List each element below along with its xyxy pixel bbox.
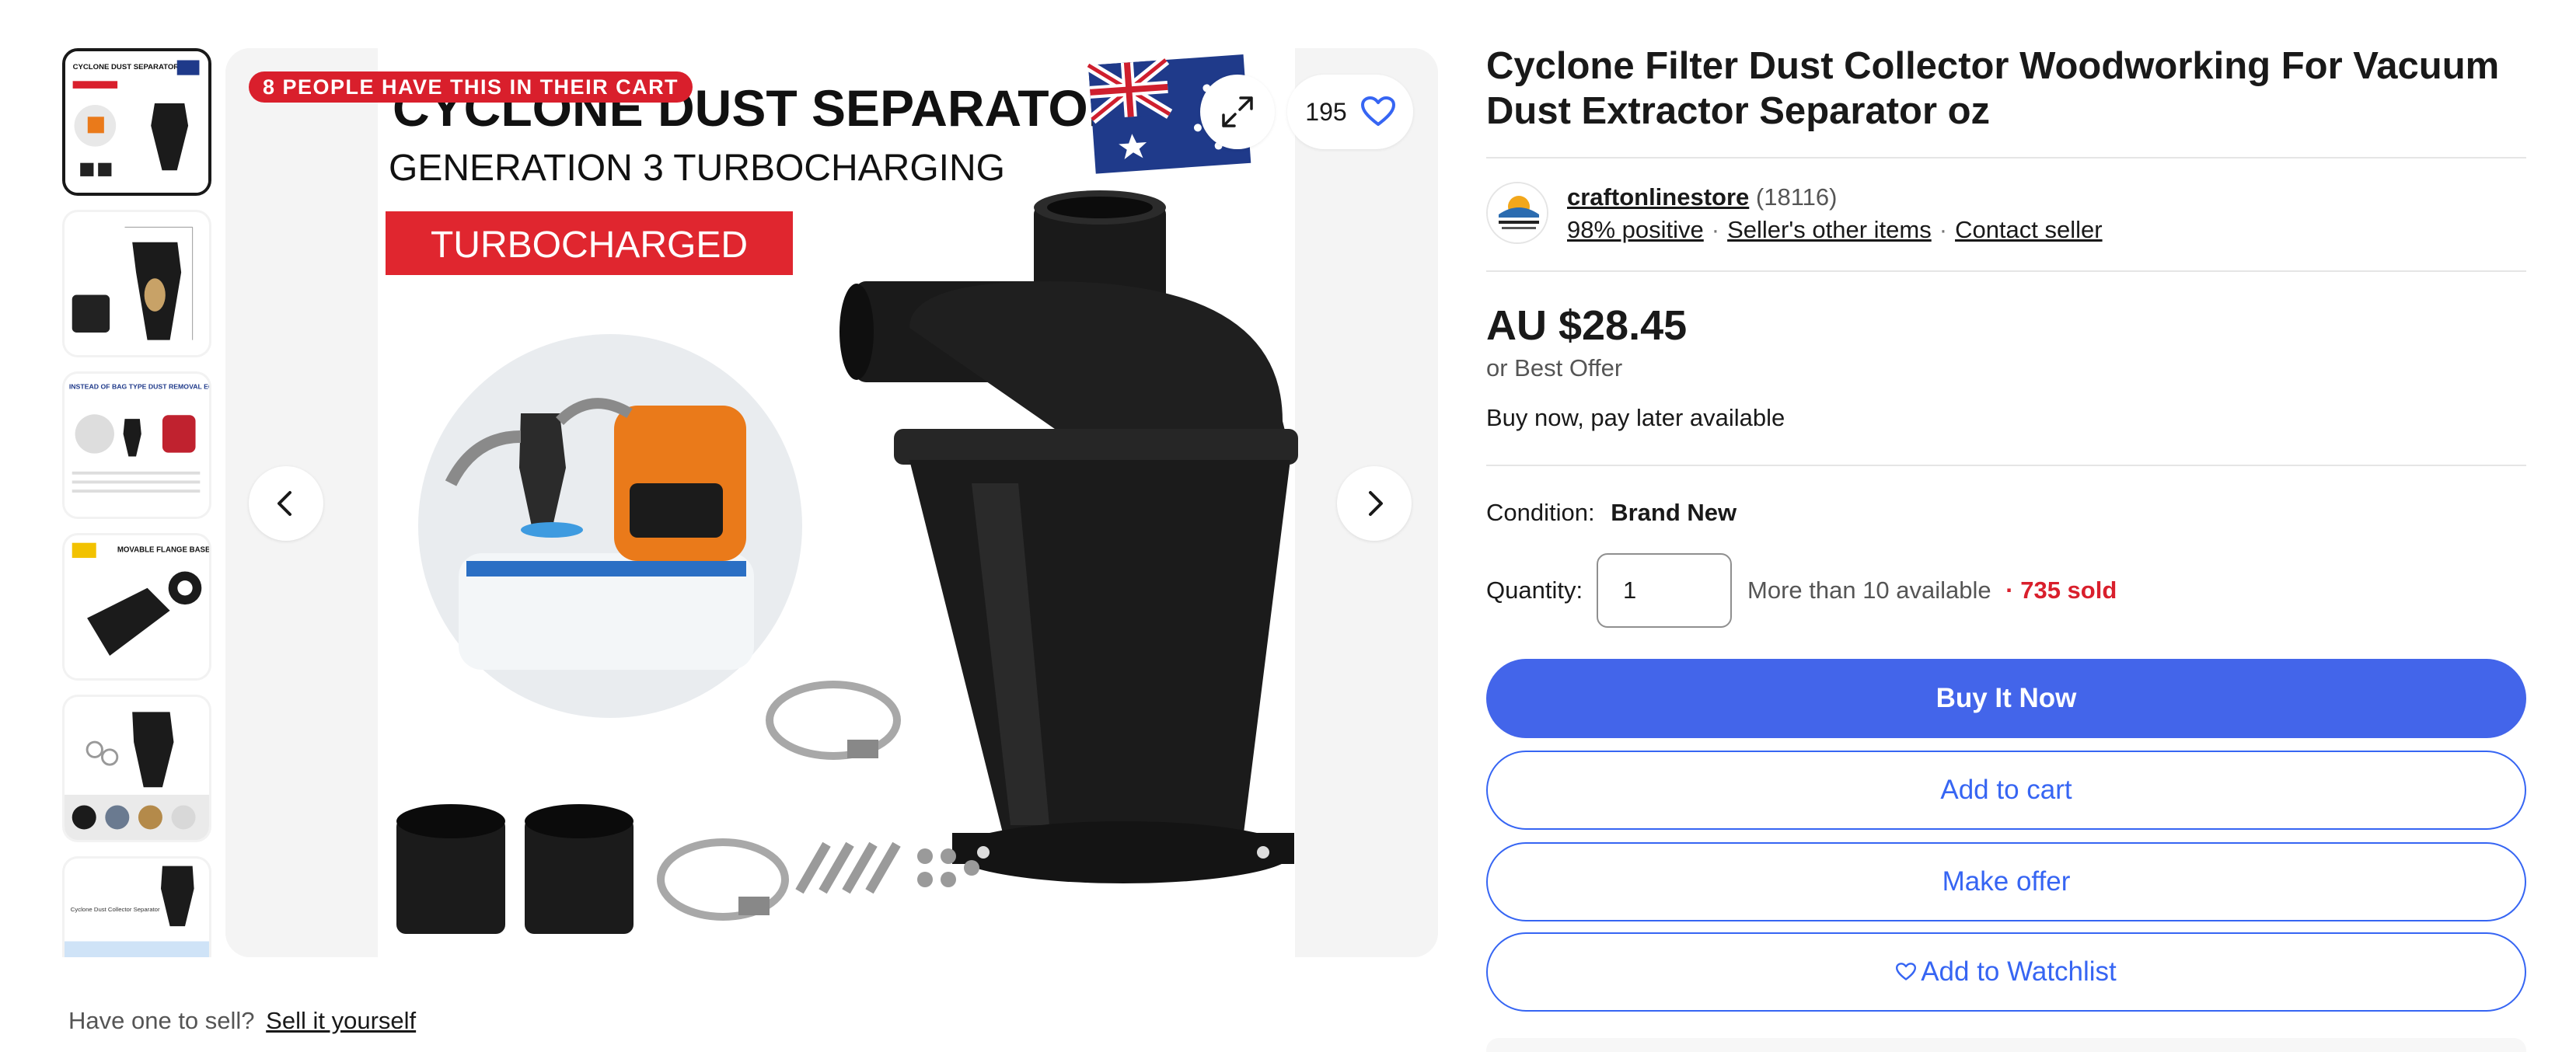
heart-icon xyxy=(1896,963,1917,981)
image-subheading: GENERATION 3 TURBOCHARGING xyxy=(389,148,1005,189)
contact-seller-link[interactable]: Contact seller xyxy=(1955,216,2103,243)
previous-image-button[interactable] xyxy=(249,466,323,541)
add-to-cart-button[interactable]: Add to cart xyxy=(1486,751,2526,830)
availability-text: More than 10 available xyxy=(1747,577,1991,604)
add-to-watchlist-label: Add to Watchlist xyxy=(1921,956,2117,987)
quantity-input[interactable] xyxy=(1597,553,1732,628)
image-banner: TURBOCHARGED xyxy=(431,225,748,266)
thumbnail-5[interactable] xyxy=(62,695,211,842)
thumbnail-4-image: MOVABLE FLANGE BASE xyxy=(65,535,209,678)
heart-icon xyxy=(1360,96,1395,126)
vacuum-inset xyxy=(414,329,807,723)
sell-it-yourself-link[interactable]: Sell it yourself xyxy=(266,1007,416,1034)
condition-label: Condition: xyxy=(1486,499,1595,526)
best-offer-text: or Best Offer xyxy=(1486,354,1623,381)
separator-dot: · xyxy=(1711,216,1720,243)
watch-count-button[interactable]: 195 xyxy=(1287,75,1413,149)
price: AU $28.45 xyxy=(1486,302,1688,349)
listing-title: Cyclone Filter Dust Collector Woodworkin… xyxy=(1486,45,2500,132)
next-section-edge xyxy=(1486,1038,2526,1052)
thumbnail-strip: CYCLONE DUST SEPARATOR INSTEAD OF BAG TY… xyxy=(62,48,213,957)
watch-count: 195 xyxy=(1305,97,1347,126)
thumbnail-2[interactable] xyxy=(62,210,211,357)
sell-prompt-text: Have one to sell? xyxy=(68,1007,255,1034)
thumbnail-1-caption: CYCLONE DUST SEPARATOR xyxy=(73,63,180,71)
divider xyxy=(1486,157,2526,158)
seller-info: craftonlinestore (18116) xyxy=(1567,183,1837,211)
seller-name-link[interactable]: craftonlinestore xyxy=(1567,183,1749,211)
thumbnail-3[interactable]: INSTEAD OF BAG TYPE DUST REMOVAL EQUIPME… xyxy=(62,371,211,519)
seller-other-items-link[interactable]: Seller's other items xyxy=(1727,216,1932,243)
thumbnail-6-caption: Cyclone Dust Collector Separator xyxy=(71,906,160,913)
thumbnail-3-image: INSTEAD OF BAG TYPE DUST REMOVAL EQUIPME… xyxy=(65,374,209,517)
thumbnail-4[interactable]: MOVABLE FLANGE BASE xyxy=(62,533,211,681)
divider xyxy=(1486,465,2526,466)
quantity-label: Quantity: xyxy=(1486,577,1583,604)
condition-row: Condition: Brand New xyxy=(1486,499,1737,527)
thumbnail-1[interactable]: CYCLONE DUST SEPARATOR xyxy=(62,48,211,196)
expand-icon xyxy=(1222,96,1253,127)
separator-dot: · xyxy=(1939,216,1948,243)
make-offer-button[interactable]: Make offer xyxy=(1486,842,2526,921)
thumbnail-3-caption: INSTEAD OF BAG TYPE DUST REMOVAL EQUIPME… xyxy=(69,382,209,390)
chevron-left-icon xyxy=(277,491,291,516)
seller-positive-link[interactable]: 98% positive xyxy=(1567,216,1704,243)
seller-links: 98% positive · Seller's other items · Contac… xyxy=(1567,216,2103,244)
pay-later-text: Buy now, pay later available xyxy=(1486,404,1785,431)
seller-logo-icon xyxy=(1488,183,1547,242)
sold-count: · 735 sold xyxy=(2005,577,2117,604)
availability-row: More than 10 available · 735 sold xyxy=(1747,577,2117,604)
thumbnail-5-image xyxy=(65,697,209,840)
chevron-right-icon xyxy=(1369,491,1383,516)
add-to-watchlist-button[interactable]: Add to Watchlist xyxy=(1486,932,2526,1012)
seller-avatar[interactable] xyxy=(1486,182,1548,244)
sell-prompt: Have one to sell? Sell it yourself xyxy=(68,1007,416,1035)
product-photo: CYCLONE DUST SEPARATOR GENERATION 3 TURB… xyxy=(225,48,1438,957)
thumbnail-4-caption: MOVABLE FLANGE BASE xyxy=(117,545,209,554)
condition-value: Brand New xyxy=(1611,499,1737,526)
thumbnail-6[interactable]: Cyclone Dust Collector Separator xyxy=(62,856,211,957)
thumbnail-2-image xyxy=(65,212,209,355)
next-image-button[interactable] xyxy=(1337,466,1412,541)
divider xyxy=(1486,270,2526,272)
buy-it-now-button[interactable]: Buy It Now xyxy=(1486,659,2526,738)
cart-count-badge: 8 PEOPLE HAVE THIS IN THEIR CART xyxy=(249,71,693,103)
thumbnail-6-image: Cyclone Dust Collector Separator xyxy=(65,859,209,957)
expand-image-button[interactable] xyxy=(1200,75,1275,149)
seller-feedback-count: (18116) xyxy=(1755,183,1838,211)
thumbnail-1-image: CYCLONE DUST SEPARATOR xyxy=(65,51,208,193)
main-product-image[interactable]: CYCLONE DUST SEPARATOR GENERATION 3 TURB… xyxy=(225,48,1438,957)
